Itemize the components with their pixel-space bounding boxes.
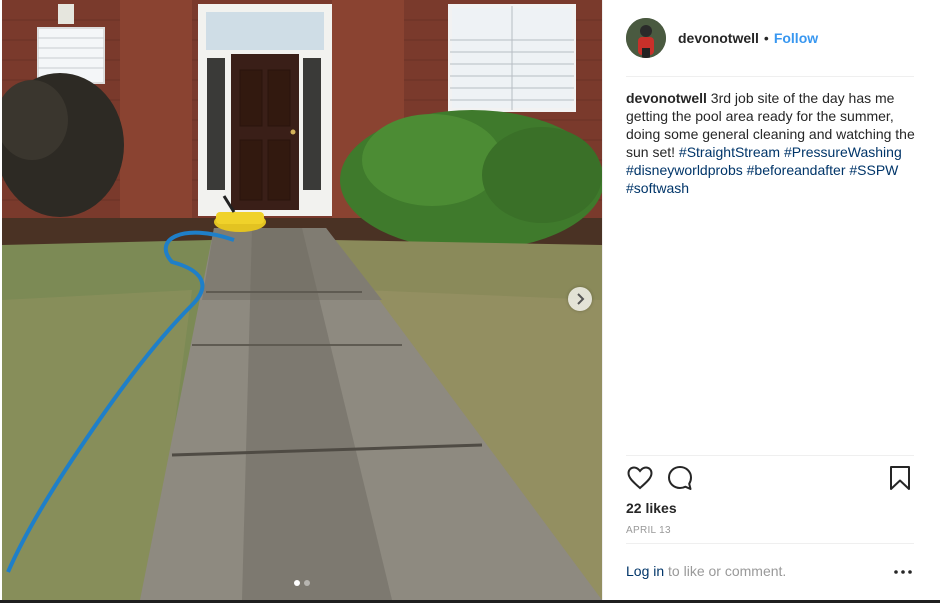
hashtag-link[interactable]: #StraightStream xyxy=(679,144,780,160)
carousel-dot-active xyxy=(294,580,300,586)
divider xyxy=(626,76,914,77)
divider xyxy=(626,543,914,544)
like-button[interactable] xyxy=(626,463,654,493)
comment-bubble-icon xyxy=(668,466,692,490)
hashtag-link[interactable]: #disneyworldprobs xyxy=(626,162,743,178)
post-header: devonotwell • Follow xyxy=(626,17,914,59)
more-options-button[interactable] xyxy=(892,563,914,581)
post-username[interactable]: devonotwell xyxy=(678,30,759,46)
likes-count[interactable]: 22 likes xyxy=(626,500,677,516)
post-caption: devonotwell 3rd job site of the day has … xyxy=(626,89,916,197)
post-actions xyxy=(626,463,914,495)
more-options-icon xyxy=(894,570,912,574)
chevron-right-icon xyxy=(577,293,585,305)
carousel-indicator xyxy=(2,580,602,586)
hashtag-link[interactable]: #SSPW xyxy=(849,162,898,178)
carousel-next-button[interactable] xyxy=(568,287,592,311)
post-photo[interactable] xyxy=(2,0,602,600)
comment-button[interactable] xyxy=(666,463,694,493)
avatar[interactable] xyxy=(626,18,666,58)
bookmark-icon xyxy=(890,466,910,490)
avatar-image xyxy=(626,18,666,58)
hashtag-link[interactable]: #PressureWashing xyxy=(784,144,902,160)
login-link[interactable]: Log in xyxy=(626,563,664,579)
login-prompt-text: to like or comment. xyxy=(664,563,787,579)
photo-illustration xyxy=(2,0,602,600)
post-sidebar: devonotwell • Follow devonotwell 3rd job… xyxy=(602,0,940,600)
hashtag-link[interactable]: #beforeandafter xyxy=(747,162,846,178)
hashtag-link[interactable]: #softwash xyxy=(626,180,689,196)
carousel-dot xyxy=(304,580,310,586)
heart-outline-icon xyxy=(627,466,653,490)
caption-username[interactable]: devonotwell xyxy=(626,90,707,106)
follow-button[interactable]: Follow xyxy=(774,30,818,46)
divider xyxy=(626,455,914,456)
save-button[interactable] xyxy=(886,463,914,493)
header-separator: • xyxy=(763,30,769,46)
comment-prompt: Log in to like or comment. xyxy=(626,563,914,583)
post-date[interactable]: April 13 xyxy=(626,525,671,536)
instagram-post: devonotwell • Follow devonotwell 3rd job… xyxy=(0,0,940,603)
